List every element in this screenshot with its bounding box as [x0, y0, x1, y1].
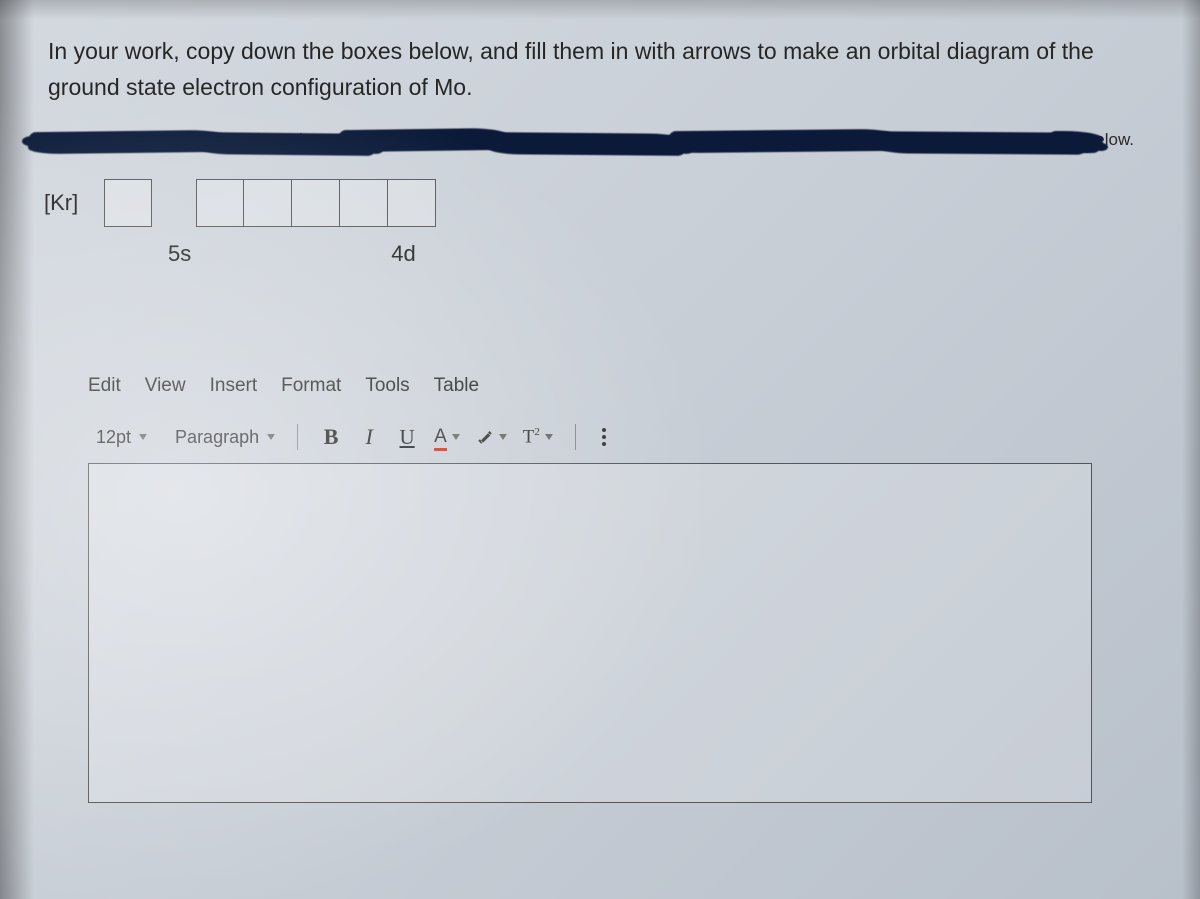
menu-tools[interactable]: Tools [365, 375, 409, 397]
chevron-down-icon [139, 434, 147, 440]
superscript-dropdown[interactable]: T2 [517, 422, 559, 452]
menu-view[interactable]: View [145, 375, 186, 397]
menu-insert[interactable]: Insert [210, 375, 258, 397]
rich-text-editor: Edit View Insert Format Tools Table 12pt… [48, 375, 1152, 803]
orbital-box [244, 179, 292, 227]
editor-menubar: Edit View Insert Format Tools Table [88, 375, 1092, 397]
font-size-value: 12pt [96, 427, 131, 448]
chevron-down-icon [545, 434, 553, 440]
bold-button[interactable]: B [314, 421, 348, 453]
orbital-box [292, 179, 340, 227]
toolbar-separator [575, 424, 576, 450]
highlighter-icon [476, 428, 494, 446]
orbital-diagram: [Kr] [48, 179, 1152, 227]
orbital-box [196, 179, 244, 227]
noble-gas-core: [Kr] [44, 190, 78, 216]
menu-format[interactable]: Format [281, 375, 341, 397]
orbital-group-4d [196, 179, 436, 227]
menu-edit[interactable]: Edit [88, 375, 121, 397]
text-color-icon: A [434, 426, 447, 448]
more-options-button[interactable] [596, 422, 612, 452]
orbital-box [104, 179, 152, 227]
sublevel-label-5s: 5s [168, 241, 191, 267]
orbital-group-5s [104, 179, 152, 227]
sublevel-label-4d: 4d [391, 241, 415, 267]
editor-toolbar: 12pt Paragraph B I U A T2 [88, 421, 1092, 453]
orbital-box [388, 179, 436, 227]
menu-table[interactable]: Table [434, 375, 479, 397]
toolbar-separator [297, 424, 298, 450]
paragraph-value: Paragraph [175, 427, 259, 448]
underline-button[interactable]: U [390, 421, 424, 453]
chevron-down-icon [452, 434, 460, 440]
editor-textarea[interactable] [88, 463, 1092, 803]
italic-button[interactable]: I [352, 421, 386, 453]
font-size-dropdown[interactable]: 12pt [88, 423, 155, 452]
chevron-down-icon [499, 434, 507, 440]
orbital-box [340, 179, 388, 227]
superscript-icon: T2 [523, 426, 540, 448]
redacted-line: his based our work on or below. [48, 127, 1152, 163]
chevron-down-icon [267, 434, 275, 440]
paragraph-dropdown[interactable]: Paragraph [167, 423, 283, 452]
question-instruction: In your work, copy down the boxes below,… [48, 34, 1138, 105]
highlight-color-dropdown[interactable] [470, 424, 513, 450]
text-color-dropdown[interactable]: A [428, 422, 466, 452]
